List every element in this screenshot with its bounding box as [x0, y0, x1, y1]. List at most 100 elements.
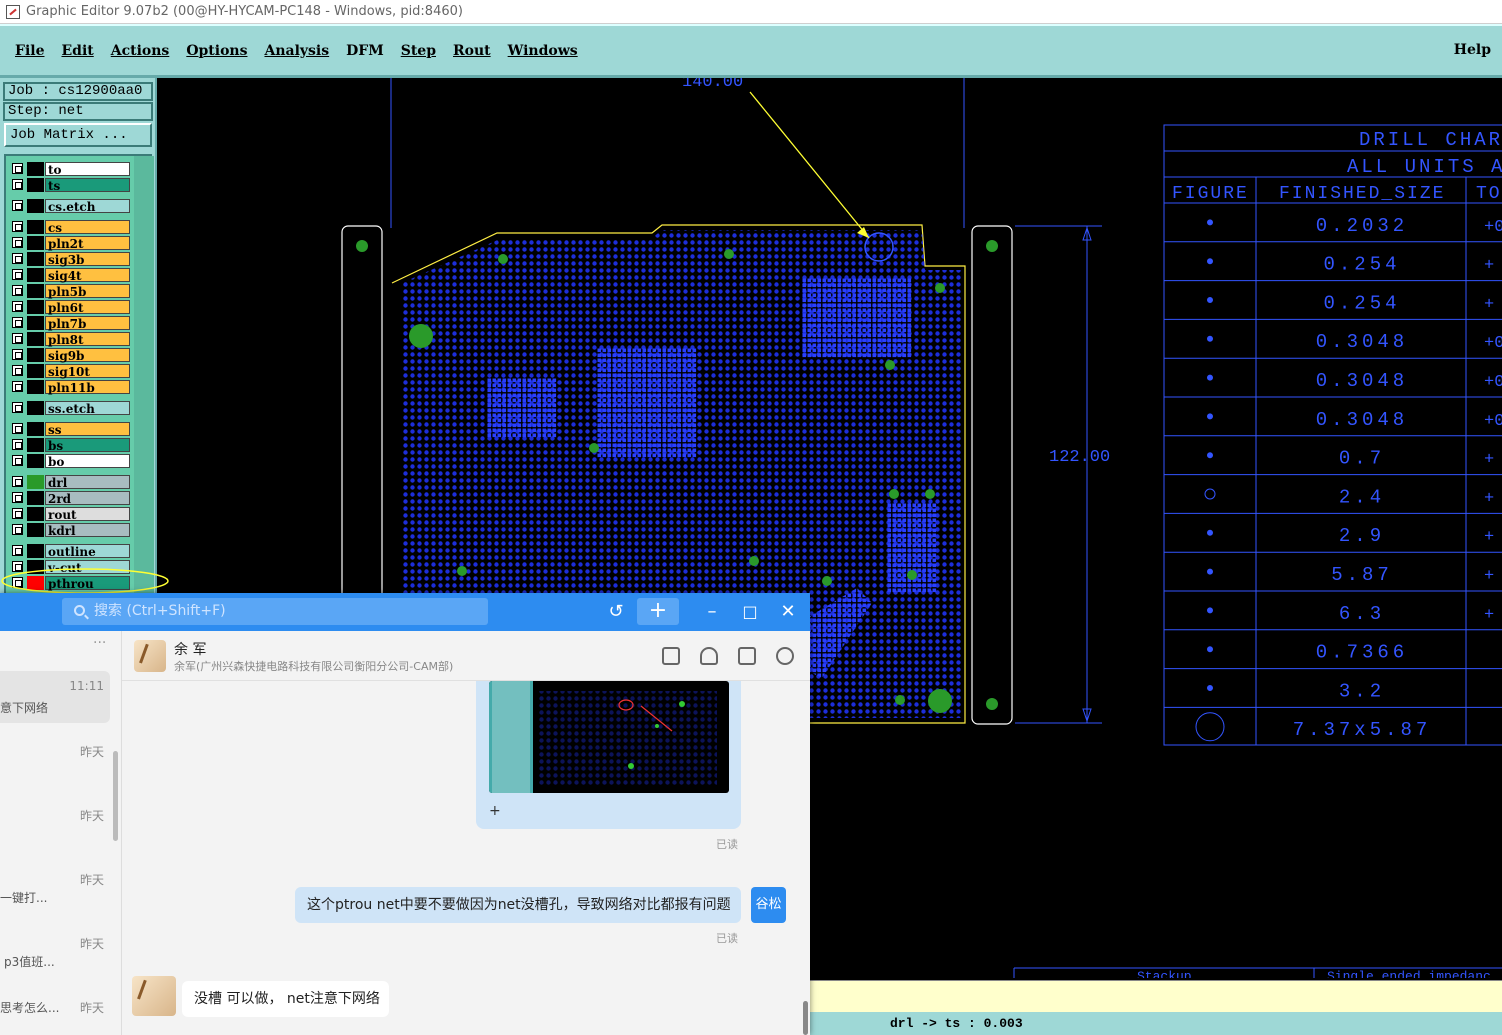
layer-checkbox[interactable]: [12, 333, 23, 344]
layer-row-ss[interactable]: ss: [10, 422, 130, 437]
layer-checkbox[interactable]: [12, 237, 23, 248]
layer-name[interactable]: pln8t: [45, 332, 130, 347]
layer-row-drl[interactable]: drl: [10, 475, 130, 490]
layer-color-swatch[interactable]: [27, 178, 44, 192]
layer-color-swatch[interactable]: [27, 544, 44, 558]
layer-checkbox[interactable]: [12, 476, 23, 487]
layer-checkbox[interactable]: [12, 524, 23, 535]
folder-icon[interactable]: [662, 647, 680, 665]
menu-actions[interactable]: Actions: [111, 43, 170, 59]
layer-row-kdrl[interactable]: kdrl: [10, 523, 130, 538]
layer-row-ts[interactable]: ts: [10, 178, 130, 193]
outgoing-message[interactable]: 这个ptrou net中要不要做因为net没槽孔，导致网络对比都报有问题: [295, 887, 741, 923]
layer-row-sig4t[interactable]: sig4t: [10, 268, 130, 283]
layer-checkbox[interactable]: [12, 402, 23, 413]
layer-checkbox[interactable]: [12, 253, 23, 264]
layer-row-sig3b[interactable]: sig3b: [10, 252, 130, 267]
contact-avatar[interactable]: [134, 640, 166, 672]
layer-name[interactable]: sig3b: [45, 252, 130, 267]
layer-color-swatch[interactable]: [27, 475, 44, 489]
layer-color-swatch[interactable]: [27, 523, 44, 537]
layer-row-bo[interactable]: bo: [10, 454, 130, 469]
layer-color-swatch[interactable]: [27, 491, 44, 505]
layer-row-pln11b[interactable]: pln11b: [10, 380, 130, 395]
layer-name[interactable]: pln2t: [45, 236, 130, 251]
layer-name[interactable]: ss.etch: [45, 401, 130, 416]
layer-name[interactable]: pln5b: [45, 284, 130, 299]
menu-rout[interactable]: Rout: [453, 43, 491, 59]
layer-color-swatch[interactable]: [27, 252, 44, 266]
layer-color-swatch[interactable]: [27, 236, 44, 250]
layer-checkbox[interactable]: [12, 285, 23, 296]
layer-color-swatch[interactable]: [27, 401, 44, 415]
layer-row-to[interactable]: to: [10, 162, 130, 177]
layer-color-swatch[interactable]: [27, 284, 44, 298]
layer-color-swatch[interactable]: [27, 220, 44, 234]
layer-name[interactable]: pln6t: [45, 300, 130, 315]
maximize-icon[interactable]: □: [739, 601, 761, 623]
layer-name[interactable]: to: [45, 162, 130, 177]
session-item[interactable]: 昨天 一键打...: [0, 871, 110, 911]
layer-checkbox[interactable]: [12, 423, 23, 434]
layer-checkbox[interactable]: [12, 439, 23, 450]
layer-row-cs-etch[interactable]: cs.etch: [10, 199, 130, 214]
image-message[interactable]: +: [476, 681, 741, 829]
layer-color-swatch[interactable]: [27, 454, 44, 468]
layer-name[interactable]: 2rd: [45, 491, 130, 506]
session-item[interactable]: 昨天: [0, 743, 110, 783]
more-icon[interactable]: ···: [93, 635, 106, 651]
layer-row-pln5b[interactable]: pln5b: [10, 284, 130, 299]
layer-color-swatch[interactable]: [27, 422, 44, 436]
menu-edit[interactable]: Edit: [61, 43, 93, 59]
menu-options[interactable]: Options: [186, 43, 247, 59]
session-item[interactable]: 昨天: [0, 807, 110, 847]
layer-row-sig9b[interactable]: sig9b: [10, 348, 130, 363]
layer-color-swatch[interactable]: [27, 199, 44, 213]
layer-checkbox[interactable]: [12, 492, 23, 503]
session-item[interactable]: 昨天 p3值班...: [0, 935, 110, 975]
layer-color-swatch[interactable]: [27, 507, 44, 521]
my-avatar[interactable]: 谷松: [751, 887, 786, 923]
incoming-message[interactable]: 没槽 可以做， net注意下网络: [182, 981, 389, 1017]
layer-checkbox[interactable]: [12, 508, 23, 519]
session-item[interactable]: 11:11 意下网络: [0, 671, 110, 723]
layer-name[interactable]: pln11b: [45, 380, 130, 395]
layer-name[interactable]: sig10t: [45, 364, 130, 379]
menu-step[interactable]: Step: [401, 43, 436, 59]
layer-row-pln6t[interactable]: pln6t: [10, 300, 130, 315]
history-icon[interactable]: ↺: [605, 601, 627, 623]
layer-row-ss-etch[interactable]: ss.etch: [10, 401, 130, 416]
layer-color-swatch[interactable]: [27, 332, 44, 346]
job-matrix-button[interactable]: Job Matrix ...: [4, 123, 152, 147]
layer-row-bs[interactable]: bs: [10, 438, 130, 453]
layer-name[interactable]: sig4t: [45, 268, 130, 283]
layer-color-swatch[interactable]: [27, 268, 44, 282]
layer-row-outline[interactable]: outline: [10, 544, 130, 559]
add-member-icon[interactable]: [700, 647, 718, 665]
layer-row-pln2t[interactable]: pln2t: [10, 236, 130, 251]
layer-checkbox[interactable]: [12, 545, 23, 556]
layer-checkbox[interactable]: [12, 455, 23, 466]
layer-row-rout[interactable]: rout: [10, 507, 130, 522]
layer-name[interactable]: bs: [45, 438, 130, 453]
layer-name[interactable]: kdrl: [45, 523, 130, 538]
layer-color-swatch[interactable]: [27, 348, 44, 362]
menu-dfm[interactable]: DFM: [346, 43, 384, 59]
layer-row-sig10t[interactable]: sig10t: [10, 364, 130, 379]
layer-color-swatch[interactable]: [27, 316, 44, 330]
settings-icon[interactable]: [776, 647, 794, 665]
layer-checkbox[interactable]: [12, 301, 23, 312]
layer-name[interactable]: outline: [45, 544, 130, 559]
layer-checkbox[interactable]: [12, 317, 23, 328]
layer-checkbox[interactable]: [12, 200, 23, 211]
layer-checkbox[interactable]: [12, 163, 23, 174]
layer-checkbox[interactable]: [12, 365, 23, 376]
minimize-icon[interactable]: –: [701, 601, 723, 623]
chat-search-input[interactable]: 搜索 (Ctrl+Shift+F): [62, 598, 488, 625]
layer-name[interactable]: ts: [45, 178, 130, 193]
menu-help[interactable]: Help: [1454, 42, 1491, 58]
layer-checkbox[interactable]: [12, 221, 23, 232]
layer-name[interactable]: ss: [45, 422, 130, 437]
layer-color-swatch[interactable]: [27, 300, 44, 314]
layer-checkbox[interactable]: [12, 269, 23, 280]
